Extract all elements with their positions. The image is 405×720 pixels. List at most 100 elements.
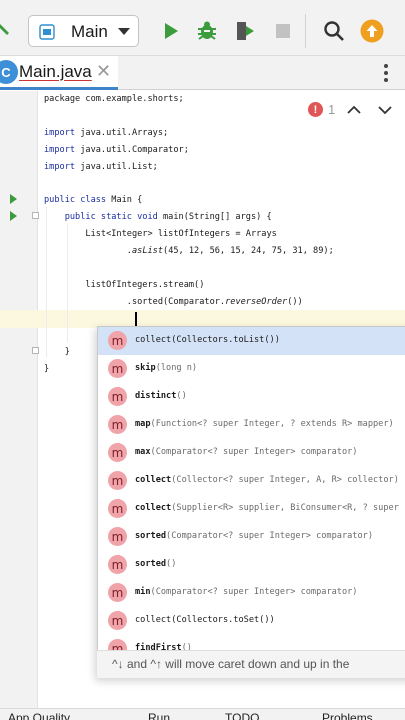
- main-toolbar: Main: [0, 0, 405, 56]
- code-line: List<Integer> listOfIntegers = Arrays: [44, 226, 277, 243]
- code-token: import: [44, 162, 76, 172]
- code-line: .sorted(Comparator.reverseOrder()): [44, 294, 303, 311]
- method-icon: m: [108, 387, 127, 406]
- method-icon: m: [108, 555, 127, 574]
- tool-window-run[interactable]: Run: [148, 711, 170, 720]
- completion-item[interactable]: m collect(Collectors.toList()): [98, 327, 405, 355]
- completion-item-params: (Comparator<? super Integer> comparator): [150, 587, 358, 597]
- tool-window-problems[interactable]: Problems: [322, 711, 373, 720]
- update-icon: [360, 19, 384, 43]
- fold-marker[interactable]: [32, 347, 39, 354]
- tool-window-app-quality[interactable]: App Quality...: [8, 711, 79, 720]
- run-main-method-icon[interactable]: [10, 211, 17, 221]
- code-token: }: [44, 347, 70, 357]
- completion-item[interactable]: m sorted(): [98, 551, 405, 579]
- completion-hint-text: ^↓ and ^↑ will move caret down and up in…: [112, 657, 350, 671]
- code-token: Main {: [106, 195, 143, 205]
- completion-item-text: distinct(): [135, 389, 187, 404]
- completion-item[interactable]: m sorted(Comparator<? super Integer> comp…: [98, 523, 405, 551]
- inspection-count: 1: [328, 102, 336, 117]
- close-icon[interactable]: ✕: [96, 61, 111, 82]
- completion-item-text: collect(Supplier<R> supplier, BiConsumer…: [135, 501, 399, 516]
- completion-item-text: skip(long n): [135, 361, 197, 376]
- code-line: }: [44, 344, 70, 361]
- completion-item-params: (Comparator<? super Integer> comparator): [150, 447, 358, 457]
- completion-item-name: skip: [135, 363, 156, 373]
- code-token: listOfIntegers.stream(): [44, 280, 205, 290]
- completion-item[interactable]: m collect(Supplier<R> supplier, BiConsume…: [98, 495, 405, 523]
- method-icon: m: [108, 471, 127, 490]
- completion-item-name: max: [135, 447, 151, 457]
- completion-item-params: (Collector<? super Integer, A, R> collec…: [171, 475, 399, 485]
- completion-item-params: (): [176, 391, 187, 401]
- toolbar-divider: [305, 14, 306, 48]
- code-line: import java.util.Comparator;: [44, 142, 189, 159]
- code-token: (45, 12, 56, 15, 24, 75, 31, 89);: [163, 246, 334, 256]
- completion-item[interactable]: m skip(long n): [98, 355, 405, 383]
- more-vertical-icon[interactable]: [378, 62, 394, 84]
- code-token: main(String[] args) {: [157, 212, 272, 222]
- completion-item-text: collect(Collector<? super Integer, A, R>…: [135, 473, 399, 488]
- editor-gutter: [0, 91, 38, 720]
- completion-item-name: collect(Collectors.toSet()): [135, 615, 275, 625]
- code-line: import java.util.List;: [44, 159, 158, 176]
- completion-item-text: sorted(Comparator<? super Integer> compa…: [135, 529, 373, 544]
- completion-item-text: sorted(): [135, 557, 176, 572]
- completion-item-text: min(Comparator<? super Integer> comparat…: [135, 585, 358, 600]
- stop-icon: [276, 24, 290, 38]
- completion-item-params: (): [166, 559, 177, 569]
- tool-window-todo[interactable]: TODO: [225, 711, 259, 720]
- code-token: .: [44, 246, 132, 256]
- code-line: import java.util.Arrays;: [44, 125, 168, 142]
- completion-item-text: collect(Collectors.toSet()): [135, 613, 275, 628]
- fold-marker[interactable]: [32, 212, 39, 219]
- completion-item-name: sorted: [135, 559, 167, 569]
- chevron-down-icon[interactable]: [377, 102, 393, 118]
- completion-item-text: map(Function<? super Integer, ? extends …: [135, 417, 394, 432]
- coverage-icon: [237, 22, 254, 40]
- search-everywhere-button[interactable]: [319, 16, 349, 46]
- inspection-widget[interactable]: ! 1: [308, 102, 335, 117]
- stop-button[interactable]: [268, 16, 298, 46]
- completion-item[interactable]: m collect(Collector<? super Integer, A, R…: [98, 467, 405, 495]
- completion-item[interactable]: m distinct(): [98, 383, 405, 411]
- completion-item-params: (Supplier<R> supplier, BiConsumer<R, ? s…: [171, 503, 399, 513]
- completion-item-name: min: [135, 587, 151, 597]
- completion-item[interactable]: m collect(Collectors.toSet()): [98, 607, 405, 635]
- debug-button[interactable]: [192, 16, 222, 46]
- code-token: java.util.List;: [75, 162, 158, 172]
- hammer-icon[interactable]: [0, 18, 14, 40]
- code-token: ()): [287, 297, 303, 307]
- code-token: import: [44, 145, 76, 155]
- completion-item-text: max(Comparator<? super Integer> comparat…: [135, 445, 358, 460]
- completion-item[interactable]: m min(Comparator<? super Integer> compara…: [98, 579, 405, 607]
- debug-icon: [198, 21, 216, 40]
- code-token: }: [44, 364, 50, 374]
- method-icon: m: [108, 611, 127, 630]
- completion-item[interactable]: m map(Function<? super Integer, ? extends…: [98, 411, 405, 439]
- code-token: List<Integer> listOfIntegers = Arrays: [44, 229, 277, 239]
- chevron-up-icon[interactable]: [346, 102, 362, 118]
- code-completion-popup[interactable]: m collect(Collectors.toList()) m skip(long …: [97, 326, 405, 678]
- code-line: package com.example.shorts;: [44, 91, 184, 108]
- run-configuration-label: Main: [71, 22, 108, 41]
- tab-main-java[interactable]: C Main.java ✕: [0, 56, 118, 90]
- java-class-icon: [39, 24, 55, 40]
- run-main-class-icon[interactable]: [10, 194, 17, 204]
- method-icon: m: [108, 331, 127, 350]
- code-token: public static void: [44, 212, 158, 222]
- completion-item-name: collect: [135, 503, 172, 513]
- run-button[interactable]: [156, 16, 186, 46]
- ide-update-button[interactable]: [357, 16, 387, 46]
- code-line: listOfIntegers.stream(): [44, 277, 204, 294]
- code-token: .sorted(Comparator.: [44, 297, 226, 307]
- code-token: package com.example.shorts;: [44, 94, 184, 104]
- completion-item-text: collect(Collectors.toList()): [135, 333, 280, 348]
- method-icon: m: [108, 583, 127, 602]
- code-line: public static void main(String[] args) {: [44, 209, 272, 226]
- chevron-down-icon: [118, 28, 130, 35]
- method-icon: m: [108, 499, 127, 518]
- run-with-coverage-button[interactable]: [230, 16, 260, 46]
- completion-item[interactable]: m max(Comparator<? super Integer> compara…: [98, 439, 405, 467]
- run-configuration-selector[interactable]: Main: [28, 15, 139, 47]
